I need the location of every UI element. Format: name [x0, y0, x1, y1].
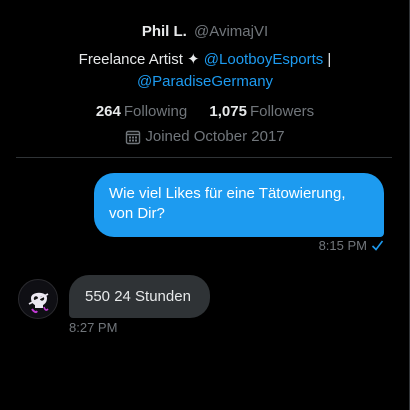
bio-mention-paradise[interactable]: @ParadiseGermany: [137, 73, 273, 90]
joined-date: Joined October 2017: [0, 127, 410, 147]
display-name[interactable]: Phil L.: [142, 23, 187, 40]
bio-separator: |: [323, 51, 332, 68]
sent-message-text: Wie viel Likes für eine Tätowierung, von…: [109, 185, 346, 222]
bio-text: Freelance Artist ✦: [78, 51, 204, 68]
received-message-time: 8:27 PM: [69, 320, 118, 335]
profile-stats: 264 Following 1,075 Followers: [0, 102, 410, 122]
received-message-text: 550 24 Stunden: [85, 288, 191, 305]
following-label: Following: [123, 103, 188, 120]
followers-count: 1,075: [209, 103, 247, 120]
profile-divider: [16, 157, 392, 158]
calendar-icon: [125, 129, 141, 145]
profile-bio: Freelance Artist ✦ @LootboyEsports | @Pa…: [0, 49, 410, 93]
received-message-bubble[interactable]: 550 24 Stunden: [69, 275, 210, 318]
dm-conversation: Phil L. @AvimajVI Freelance Artist ✦ @Lo…: [0, 0, 410, 410]
avatar[interactable]: [18, 279, 58, 319]
profile-name-line: Phil L. @AvimajVI: [0, 22, 410, 42]
followers-label: Followers: [249, 103, 315, 120]
sent-message-time: 8:15 PM: [318, 238, 367, 253]
sent-message-meta: 8:15 PM: [319, 238, 384, 253]
check-icon: [371, 239, 384, 252]
followers-link[interactable]: 1,075 Followers: [209, 102, 314, 122]
profile-header: Phil L. @AvimajVI Freelance Artist ✦ @Lo…: [0, 22, 410, 147]
sent-message-bubble[interactable]: Wie viel Likes für eine Tätowierung, von…: [94, 173, 384, 237]
user-handle[interactable]: @AvimajVI: [194, 23, 268, 40]
following-count: 264: [95, 103, 121, 120]
bio-mention-lootboy[interactable]: @LootboyEsports: [204, 51, 323, 68]
joined-text: Joined October 2017: [145, 128, 285, 145]
following-link[interactable]: 264 Following: [96, 102, 187, 122]
